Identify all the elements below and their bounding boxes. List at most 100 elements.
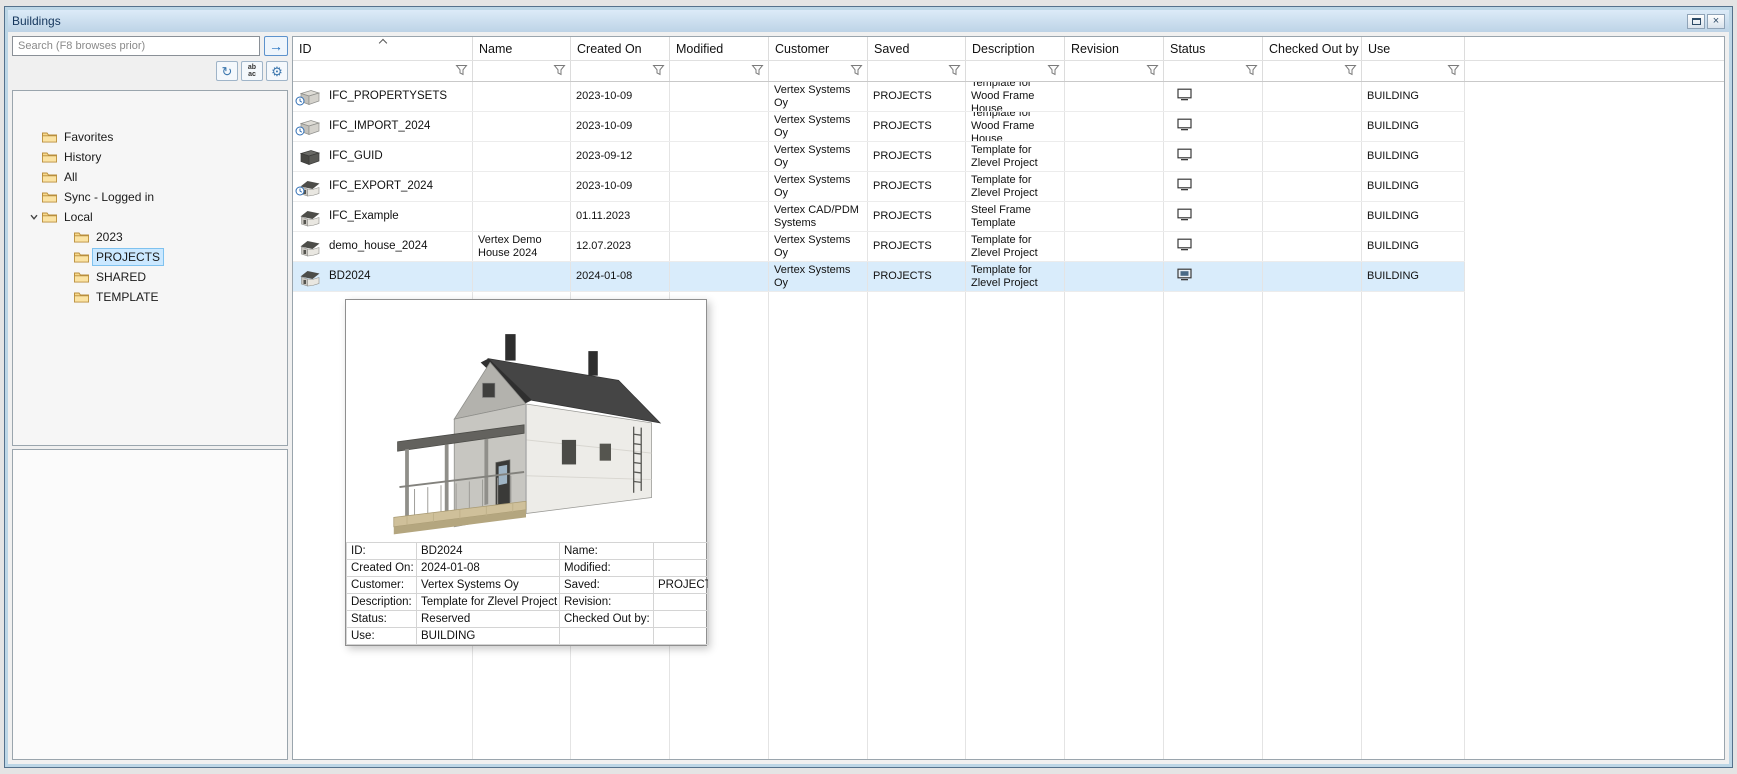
funnel-icon: [1447, 64, 1460, 79]
cell-description: Template for Zlevel Project: [966, 232, 1065, 261]
tree-item-all[interactable]: All: [13, 167, 287, 187]
cell-name: Vertex Demo House 2024: [473, 232, 571, 261]
column-header-name[interactable]: Name: [473, 37, 571, 60]
cell-revision: [1065, 202, 1164, 231]
cell-saved: PROJECTS: [868, 202, 966, 231]
cell-customer: Vertex Systems Oy: [769, 172, 868, 201]
collapse-icon[interactable]: [27, 210, 41, 224]
table-row-ifc-propertysets[interactable]: IFC_PROPERTYSETS 2023-10-09 Vertex Systems…: [293, 82, 1465, 112]
tree-item-2023[interactable]: 2023: [13, 227, 287, 247]
folder-icon: [41, 190, 61, 204]
tree-item-local[interactable]: Local: [13, 207, 287, 227]
grid-line: [1361, 292, 1362, 759]
search-go-button[interactable]: →: [264, 36, 288, 56]
column-header-checked-out-by[interactable]: Checked Out by: [1263, 37, 1362, 60]
cell-created-on: 01.11.2023: [571, 202, 670, 231]
tree-item-label: Local: [64, 210, 93, 224]
window-title: Buildings: [12, 14, 61, 28]
tree-toolbar: ↻ ab ac ⚙: [12, 61, 288, 81]
table-row-ifc-export-2024[interactable]: IFC_EXPORT_2024 2023-10-09 Vertex Systems …: [293, 172, 1465, 202]
cell-name: [473, 112, 571, 141]
settings-button[interactable]: ⚙: [266, 61, 288, 81]
preview-label: [559, 627, 654, 645]
cell-revision: [1065, 232, 1164, 261]
detail-panel: [12, 449, 288, 760]
tree-item-shared[interactable]: SHARED: [13, 267, 287, 287]
titlebar[interactable]: Buildings ×: [8, 10, 1729, 32]
preview-label: Revision:: [559, 593, 654, 611]
column-header-customer[interactable]: Customer: [769, 37, 868, 60]
filter-button-modified[interactable]: [749, 63, 766, 79]
float-button[interactable]: [1687, 13, 1705, 29]
filter-button-created-on[interactable]: [650, 63, 667, 79]
status-reserved-icon: [1176, 268, 1193, 285]
cell-status: [1164, 82, 1263, 111]
cell-name: [473, 82, 571, 111]
building-id: BD2024: [329, 269, 371, 282]
refresh-button[interactable]: ↻: [216, 61, 238, 81]
tree-item-template[interactable]: TEMPLATE: [13, 287, 287, 307]
cell-use: BUILDING: [1362, 172, 1465, 201]
cell-id: IFC_PROPERTYSETS: [293, 82, 473, 111]
preview-value: [653, 627, 709, 645]
filter-button-use[interactable]: [1445, 63, 1462, 79]
house-icon: [298, 267, 322, 287]
tree-item-favorites[interactable]: Favorites: [13, 127, 287, 147]
filter-button-id[interactable]: [453, 63, 470, 79]
preview-label: Checked Out by:: [559, 610, 654, 628]
table-row-ifc-example[interactable]: IFC_Example 01.11.2023 Vertex CAD/PDM Syst…: [293, 202, 1465, 232]
preview-value: BUILDING: [416, 627, 560, 645]
filter-button-checked-out-by[interactable]: [1342, 63, 1359, 79]
column-header-modified[interactable]: Modified: [670, 37, 769, 60]
preview-value: Reserved: [416, 610, 560, 628]
window-content: → ↻ ab ac ⚙ Favorites History All Sync - Lo…: [8, 32, 1729, 764]
filter-button-name[interactable]: [551, 63, 568, 79]
column-header-id[interactable]: ID: [293, 37, 473, 60]
building-id: IFC_PROPERTYSETS: [329, 89, 448, 102]
table-row-ifc-guid[interactable]: IFC_GUID 2023-09-12 Vertex Systems Oy PROJE…: [293, 142, 1465, 172]
house-icon: [298, 207, 322, 227]
tree-item-history[interactable]: History: [13, 147, 287, 167]
column-header-status[interactable]: Status: [1164, 37, 1263, 60]
folder-icon: [41, 170, 61, 184]
table-row-bd2024[interactable]: BD2024 2024-01-08 Vertex Systems Oy PROJECT…: [293, 262, 1465, 292]
table-row-ifc-import-2024[interactable]: IFC_IMPORT_2024 2023-10-09 Vertex Systems …: [293, 112, 1465, 142]
column-header-description[interactable]: Description: [966, 37, 1065, 60]
tree-item-label: PROJECTS: [91, 248, 165, 266]
rename-button[interactable]: ab ac: [241, 61, 263, 81]
folder-icon: [73, 250, 93, 264]
preview-label: Name:: [559, 542, 654, 560]
preview-row: Status: Reserved Checked Out by:: [346, 610, 709, 628]
column-header-created-on[interactable]: Created On: [571, 37, 670, 60]
filter-button-description[interactable]: [1045, 63, 1062, 79]
preview-value: PROJECTS: [653, 576, 709, 594]
cell-id: demo_house_2024: [293, 232, 473, 261]
filter-button-revision[interactable]: [1144, 63, 1161, 79]
preview-value: Vertex Systems Oy: [416, 576, 560, 594]
cell-id: IFC_IMPORT_2024: [293, 112, 473, 141]
tree-item-projects[interactable]: PROJECTS: [13, 247, 287, 267]
filter-button-customer[interactable]: [848, 63, 865, 79]
filter-button-saved[interactable]: [946, 63, 963, 79]
filter-button-status[interactable]: [1243, 63, 1260, 79]
filter-cell-modified: [670, 61, 769, 81]
preview-value: 2024-01-08: [416, 559, 560, 577]
tree-item-label: Favorites: [64, 130, 114, 144]
table-row-demo-house-2024[interactable]: demo_house_2024 Vertex Demo House 2024 12.…: [293, 232, 1465, 262]
tree-item-sync-logged-in[interactable]: Sync - Logged in: [13, 187, 287, 207]
close-button[interactable]: ×: [1707, 13, 1725, 29]
cell-created-on: 2023-10-09: [571, 112, 670, 141]
column-header-use[interactable]: Use: [1362, 37, 1465, 60]
cell-name: [473, 172, 571, 201]
folder-icon: [73, 290, 93, 304]
status-available-icon: [1176, 178, 1193, 195]
folder-tree: Favorites History All Sync - Logged in Local…: [12, 90, 288, 446]
cell-customer: Vertex Systems Oy: [769, 142, 868, 171]
search-input[interactable]: [12, 36, 260, 56]
column-header-revision[interactable]: Revision: [1065, 37, 1164, 60]
filter-cell-name: [473, 61, 571, 81]
column-header-saved[interactable]: Saved: [868, 37, 966, 60]
preview-label: Modified:: [559, 559, 654, 577]
cell-saved: PROJECTS: [868, 262, 966, 291]
grid-line: [1064, 292, 1065, 759]
